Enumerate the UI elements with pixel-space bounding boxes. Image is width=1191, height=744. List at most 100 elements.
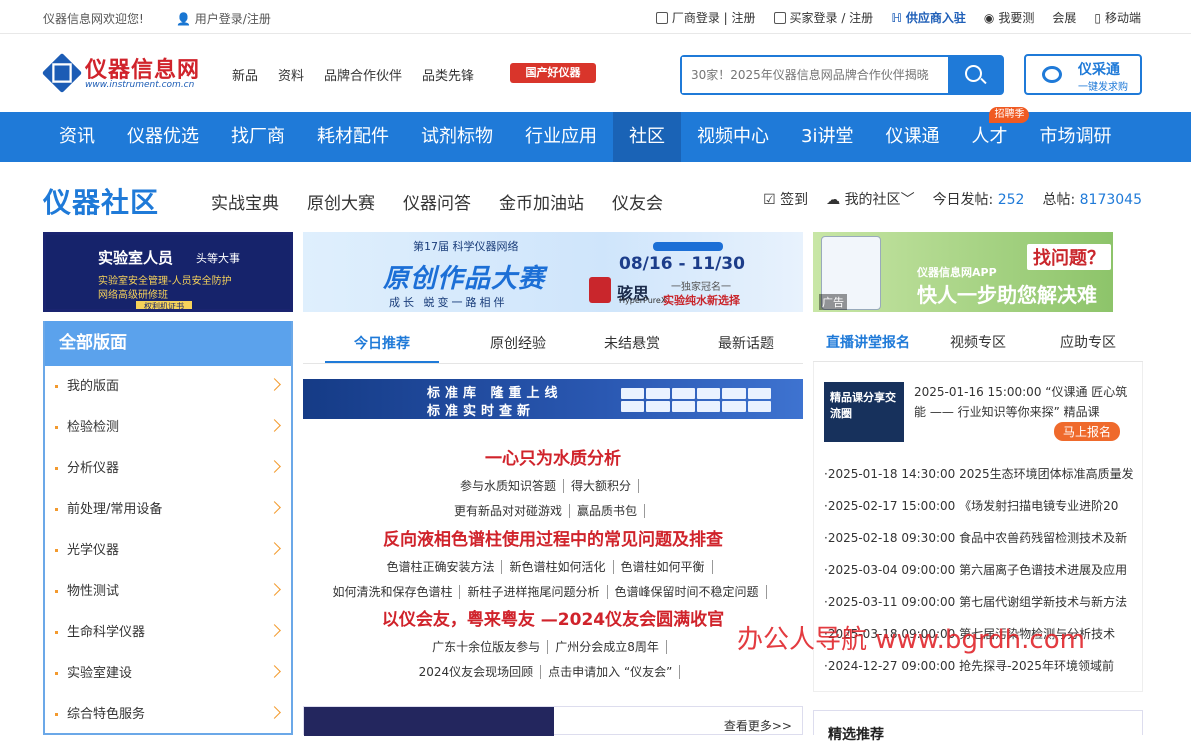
nav-consumables[interactable]: 耗材配件 [301,112,405,162]
course-thumbnail[interactable]: 精品课分享交流圈 [824,382,904,442]
exhibition-link[interactable]: 会展 [1052,9,1076,26]
community-nav-club[interactable]: 仪友会 [612,189,663,214]
user-login-link[interactable]: 👤 用户登录/注册 [176,10,271,27]
tab-live-signup[interactable]: 直播讲堂报名 [813,322,923,361]
chevron-right-icon [268,501,281,514]
header-nav-partners[interactable]: 品牌合作伙伴 [324,65,402,84]
nav-applications[interactable]: 行业应用 [509,112,613,162]
tab-video-zone[interactable]: 视频专区 [923,322,1033,361]
topic-link[interactable]: 2024仪友会现场回顾 [411,665,542,679]
topic-link[interactable]: 得大额积分 [564,479,640,493]
topic-link[interactable]: 色谱柱正确安装方法 [379,560,503,574]
buyer-login-link[interactable]: 买家登录 / 注册 [773,9,873,26]
community-nav-coins[interactable]: 金币加油站 [499,189,584,214]
nav-selection[interactable]: 仪器优选 [111,112,215,162]
chevron-right-icon [268,665,281,678]
my-community-dropdown[interactable]: ☁ 我的社区﹀ [826,189,914,209]
topic-link[interactable]: 更有新品对对碰游戏 [446,504,570,518]
list-item[interactable]: ·2025-02-17 15:00:00 《场发射扫描电镜专业进阶20 [824,490,1136,522]
sidebar-item-pretreatment[interactable]: 前处理/常用设备 [45,489,291,530]
search-button[interactable] [948,57,1002,93]
tab-latest[interactable]: 最新话题 [689,322,803,363]
search-input[interactable] [682,57,948,93]
topic-link[interactable]: 广州分会成立8周年 [548,640,667,654]
nav-community[interactable]: 社区 [613,112,681,162]
search-icon [965,65,982,82]
ad-label: 广告 [819,294,847,310]
sidebar-item-analytical[interactable]: 分析仪器 [45,448,291,489]
tab-help-zone[interactable]: 应助专区 [1033,322,1143,361]
tab-original[interactable]: 原创经验 [461,322,575,363]
community-nav-contest[interactable]: 原创大赛 [307,189,375,214]
view-more-link[interactable]: 查看更多>> [724,717,792,734]
domestic-instrument-badge[interactable]: 国产好仪器 [510,63,596,83]
bottom-box-image[interactable] [304,707,554,736]
ycg-subtitle: 一键发求购 [1078,82,1128,93]
nav-news[interactable]: 资讯 [43,112,111,162]
sidebar-item-label: 物性测试 [67,584,120,599]
header-nav-docs[interactable]: 资料 [278,65,304,84]
ycg-button[interactable]: 仪采通 一键发求购 [1024,54,1142,95]
header-nav-category[interactable]: 品类先锋 [422,65,474,84]
tab-today[interactable]: 今日推荐 [325,322,439,363]
nav-vendors[interactable]: 找厂商 [215,112,301,162]
signup-button[interactable]: 马上报名 [1054,422,1121,441]
nav-market-research[interactable]: 市场调研 [1023,112,1127,162]
sidebar-item-lab-build[interactable]: 实验室建设 [45,653,291,694]
topic-link[interactable]: 参与水质知识答题 [452,479,564,493]
sidebar-item-physical[interactable]: 物性测试 [45,571,291,612]
community-nav-qa[interactable]: 仪器问答 [403,189,471,214]
mobile-link[interactable]: ▯ 移动端 [1094,9,1141,26]
sidebar-item-testing[interactable]: 检验检测 [45,407,291,448]
topic-link[interactable]: 如何清洗和保存色谱柱 [325,585,461,599]
banner2-edition: 第17届 科学仪器网络 [413,240,519,253]
banner3-question: 找问题？ [1027,244,1111,270]
supplier-link[interactable]: ℍ 供应商入驻 [891,9,966,26]
list-item[interactable]: ·2025-02-18 09:30:00 食品中农兽药残留检测技术及新 [824,522,1136,554]
site-logo[interactable]: 仪器信息网 www.instrument.com.cn [41,52,208,96]
topic-link[interactable]: 色谱峰保留时间不稳定问题 [607,585,767,599]
header-nav-new[interactable]: 新品 [232,65,258,84]
banner1-subtitle: 头等大事 [196,252,240,265]
sponsor-logo [589,277,611,303]
banner3-slogan: 快人一步助您解决难题 [917,283,1097,307]
nav-reagents[interactable]: 试剂标物 [405,112,509,162]
nav-courses[interactable]: 仪课通 [869,112,955,162]
tab-bounty[interactable]: 未结悬赏 [575,322,689,363]
list-item[interactable]: ·2025-01-18 14:30:00 2025生态环境团体标准高质量发 [824,458,1136,490]
topic-link[interactable]: 点击申请加入 “仪友会” [541,665,681,679]
mobile-icon: ▯ [1094,10,1101,25]
topic-link[interactable]: 新色谱柱如何活化 [502,560,614,574]
topic-title[interactable]: 以仪会友，粤来粤友 —2024仪友会圆满收官 [303,605,803,630]
topic-links: 参与水质知识答题 得大额积分 [303,477,803,494]
nav-3i-lecture[interactable]: 3i讲堂 [785,112,869,162]
featured-course-text[interactable]: 2025-01-16 15:00:00 “仪课通 匠心筑能 —— 行业知识等你来… [914,382,1129,422]
sidebar-item-life-science[interactable]: 生命科学仪器 [45,612,291,653]
factory-login-link[interactable]: 厂商登录 | 注册 [655,9,756,26]
signin-button[interactable]: ☑ 签到 [763,189,808,209]
community-nav-guide[interactable]: 实战宝典 [211,189,279,214]
sidebar-item-services[interactable]: 综合特色服务 [45,694,291,735]
topic-title[interactable]: 一心只为水质分析 [303,444,803,469]
factory-login-label: 厂商登录 | 注册 [671,11,756,25]
topic-link[interactable]: 广东十余位版友参与 [425,640,549,654]
app-banner[interactable]: 广告 仪器信息网APP 快人一步助您解决难题 找问题？ [813,232,1113,312]
sidebar-item-my-boards[interactable]: 我的版面 [45,366,291,407]
list-item[interactable]: ·2025-03-11 09:00:00 第七届代谢组学新技术与新方法 [824,586,1136,618]
sidebar-item-optical[interactable]: 光学仪器 [45,530,291,571]
banner2-brand: HyperPureX [619,296,667,305]
topic-link[interactable]: 色谱柱如何平衡 [613,560,713,574]
chevron-right-icon [268,583,281,596]
topic-link[interactable]: 新柱子进样拖尾问题分析 [460,585,608,599]
chevron-right-icon [268,378,281,391]
nav-video[interactable]: 视频中心 [681,112,785,162]
contest-banner[interactable]: 第17届 科学仪器网络 原创作品大赛 成长 蜕变一路相伴 08/16 - 11/… [303,232,803,312]
standards-banner[interactable]: 标准库 隆重上线 标准实时查新 [303,379,803,419]
safety-course-banner[interactable]: 实验室人员 头等大事 实验室安全管理-人员安全防护 网络高级研修班 权利机证书 [43,232,293,312]
topic-title[interactable]: 反向液相色谱柱使用过程中的常见问题及排查 [303,525,803,550]
list-item[interactable]: ·2025-03-04 09:00:00 第六届离子色谱技术进展及应用 [824,554,1136,586]
topic-links: 更有新品对对碰游戏 赢品质书包 [303,502,803,519]
nav-talent[interactable]: 人才 招聘季 [955,107,1030,162]
topic-link[interactable]: 赢品质书包 [570,504,646,518]
self-test-link[interactable]: ◉ 我要测 [984,9,1035,26]
